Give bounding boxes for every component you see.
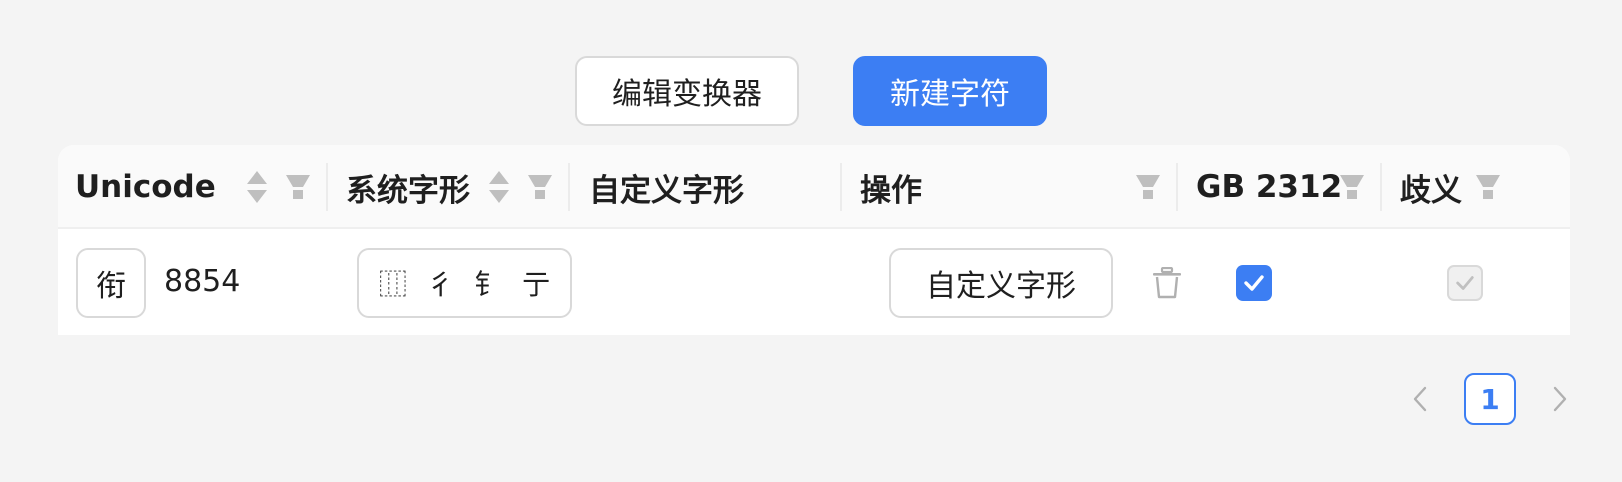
filter-icon[interactable] [1340, 175, 1364, 201]
sort-icon[interactable] [246, 169, 268, 205]
gb2312-checkbox[interactable] [1236, 265, 1272, 301]
table-row: 衔 8854 ⿲ 彳 钅 亍 自定义字形 [58, 229, 1570, 335]
glyph-part: 亍 [522, 268, 551, 301]
column-separator [326, 163, 328, 211]
column-header-ambiguous: 歧义 [1400, 172, 1462, 209]
column-separator [1380, 163, 1382, 211]
column-separator [568, 163, 570, 211]
sort-icon[interactable] [488, 169, 510, 205]
ambiguous-checkbox [1447, 265, 1483, 301]
character-preview[interactable]: 衔 [76, 248, 146, 318]
unicode-code: 8854 [164, 264, 241, 299]
check-icon [1456, 276, 1474, 290]
trash-icon[interactable] [1152, 267, 1182, 299]
chevron-left-icon [1413, 386, 1427, 412]
glyph-part: 钅 [474, 268, 503, 301]
toolbar: 编辑变换器 新建字符 [0, 56, 1622, 126]
page-number-button[interactable]: 1 [1464, 373, 1516, 425]
custom-glyph-button[interactable]: 自定义字形 [889, 248, 1113, 318]
system-glyph-components[interactable]: ⿲ 彳 钅 亍 [357, 248, 572, 318]
check-icon [1244, 275, 1264, 291]
new-character-button[interactable]: 新建字符 [853, 56, 1047, 126]
edit-transformer-button[interactable]: 编辑变换器 [575, 56, 799, 126]
column-separator [840, 163, 842, 211]
glyph-part: 彳 [426, 268, 455, 301]
pagination: 1 [1400, 373, 1580, 425]
column-header-gb2312: GB 2312 [1196, 169, 1343, 205]
column-header-actions: 操作 [860, 172, 922, 209]
glyph-part: ⿲ [378, 268, 407, 301]
table-header: Unicode 系统字形 自定义字形 操作 GB 2312 歧义 [58, 145, 1570, 229]
column-header-custom-glyph: 自定义字形 [589, 172, 744, 209]
character-table: Unicode 系统字形 自定义字形 操作 GB 2312 歧义 衔 8854 … [58, 145, 1570, 335]
column-header-system-glyph: 系统字形 [346, 172, 470, 209]
filter-icon[interactable] [1136, 175, 1160, 201]
filter-icon[interactable] [528, 175, 552, 201]
prev-page-button[interactable] [1400, 373, 1440, 425]
chevron-right-icon [1553, 386, 1567, 412]
column-separator [1176, 163, 1178, 211]
next-page-button[interactable] [1540, 373, 1580, 425]
filter-icon[interactable] [286, 175, 310, 201]
filter-icon[interactable] [1476, 175, 1500, 201]
column-header-unicode: Unicode [75, 169, 216, 205]
